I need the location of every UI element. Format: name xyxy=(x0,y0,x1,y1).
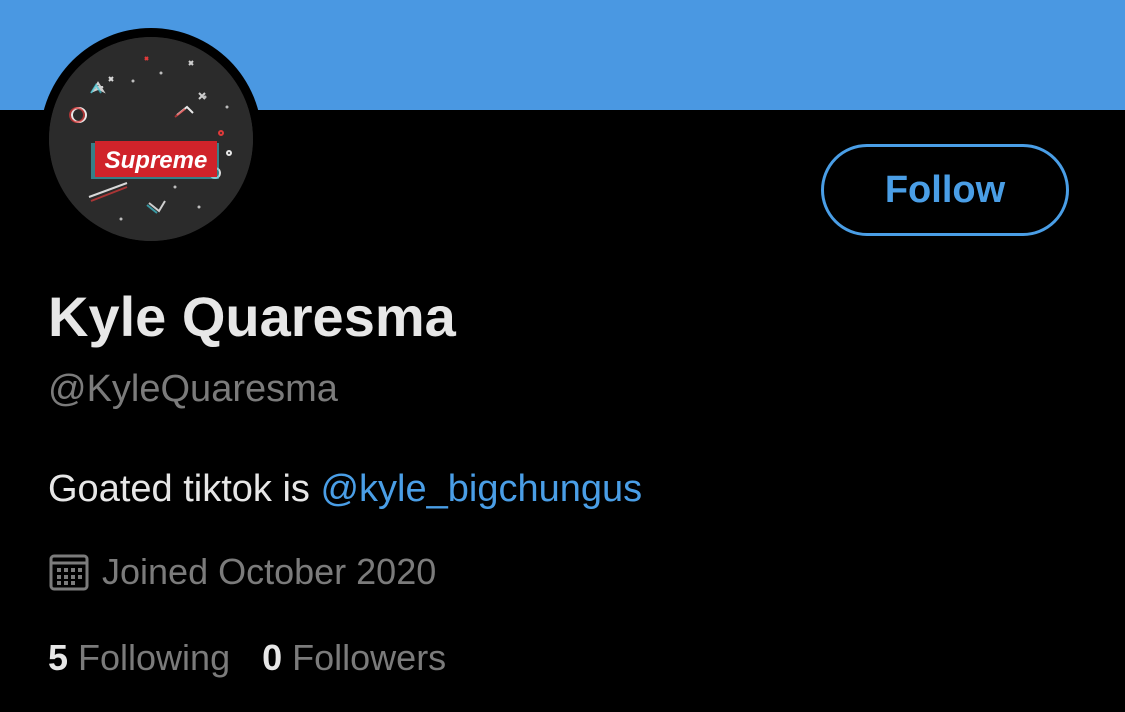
joined-text: Joined October 2020 xyxy=(102,551,437,592)
bio-text: Goated tiktok is xyxy=(48,468,321,510)
following-count: 5 xyxy=(48,637,69,678)
logo-text: Supreme xyxy=(105,147,208,174)
profile-name: Kyle Quaresma xyxy=(48,285,456,348)
following-label: Following xyxy=(78,637,231,678)
profile-stats: 5 Following 0 Followers xyxy=(48,637,446,679)
followers-count: 0 xyxy=(262,637,283,678)
profile-bio: Goated tiktok is @kyle_bigchungus xyxy=(48,468,642,511)
followers-link[interactable]: 0 Followers xyxy=(262,637,446,679)
joined-date: Joined October 2020 xyxy=(48,551,436,593)
followers-label: Followers xyxy=(292,637,447,678)
following-link[interactable]: 5 Following xyxy=(48,637,230,679)
avatar-image: Supreme xyxy=(49,37,253,241)
calendar-icon xyxy=(49,554,89,591)
bio-mention-link[interactable]: @kyle_bigchungus xyxy=(320,468,642,510)
profile-handle: @KyleQuaresma xyxy=(48,368,338,410)
follow-button[interactable]: Follow xyxy=(821,144,1069,236)
avatar[interactable]: Supreme xyxy=(40,28,262,250)
